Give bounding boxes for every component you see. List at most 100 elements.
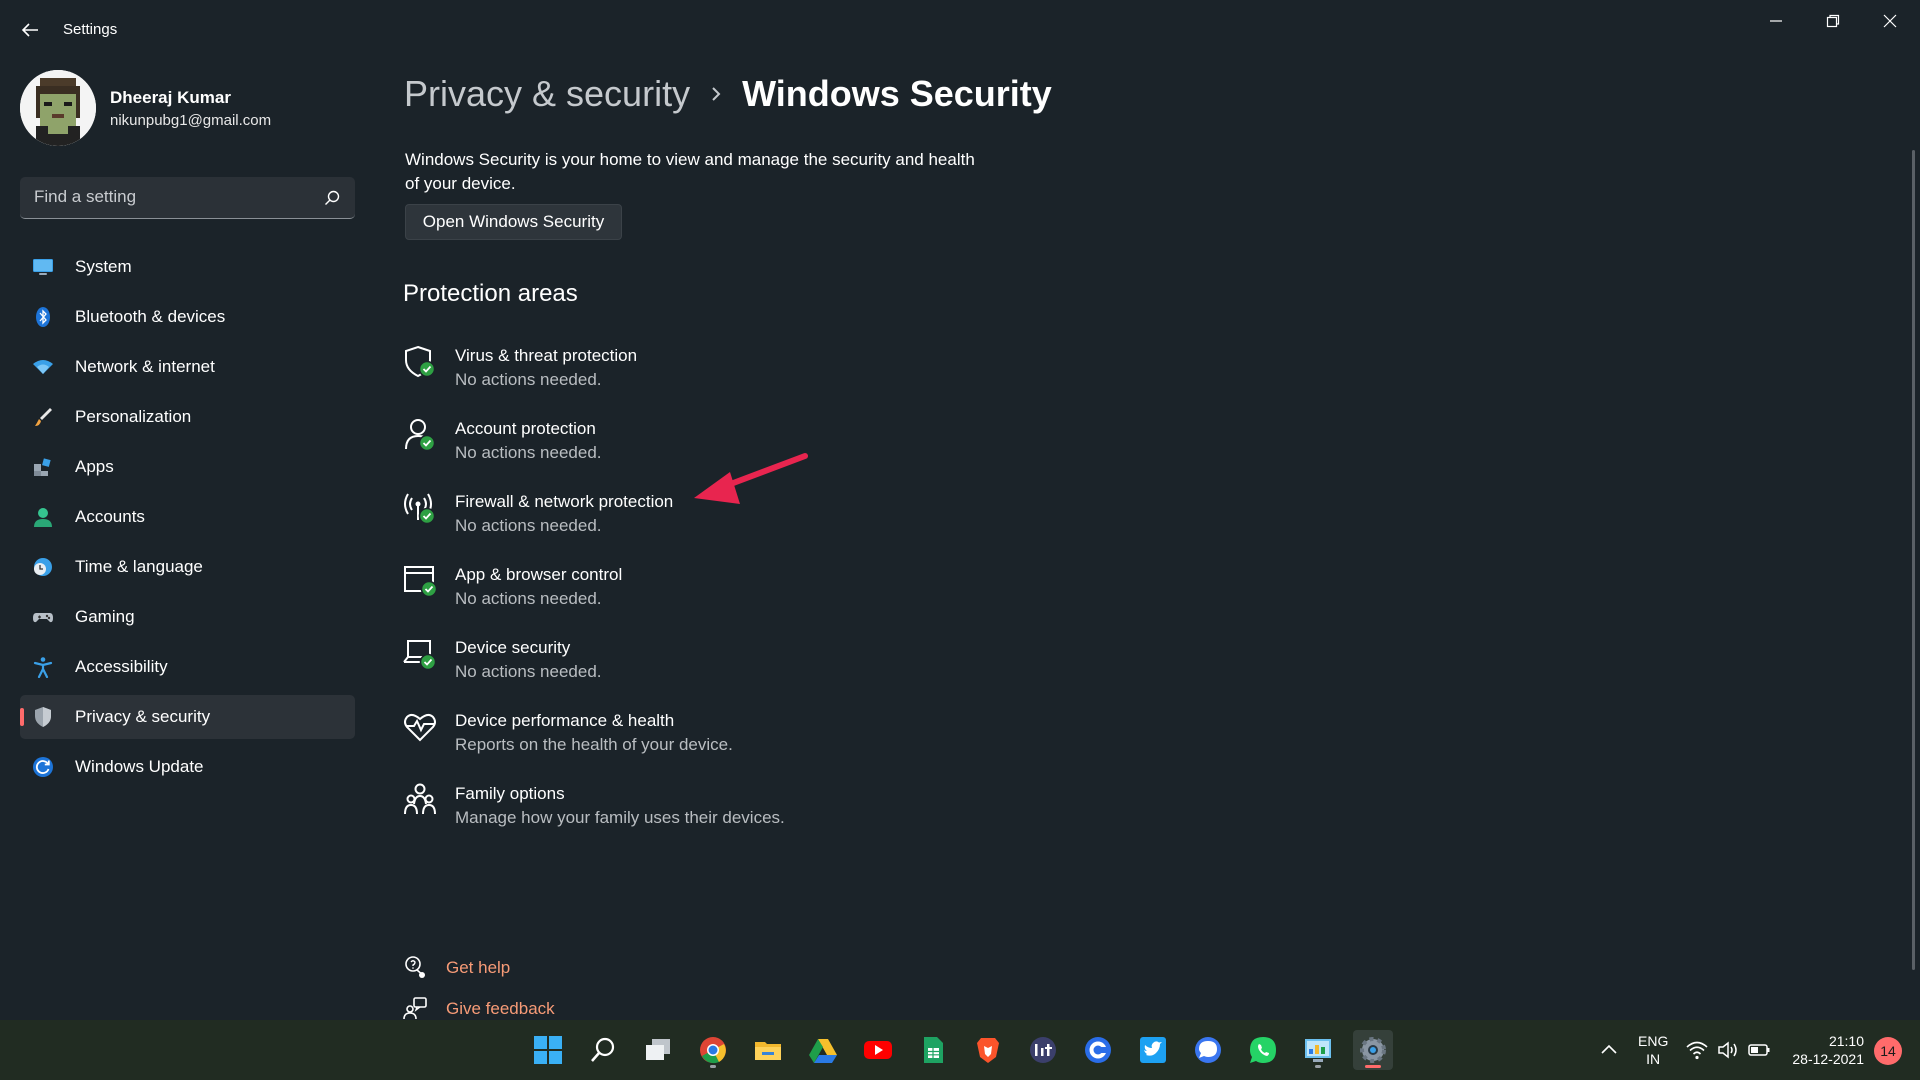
search-icon[interactable]: [323, 189, 341, 207]
avatar: [20, 70, 96, 146]
sidebar-item-network[interactable]: Network & internet: [20, 345, 355, 389]
sidebar-item-time-language[interactable]: Time & language: [20, 545, 355, 589]
sidebar-item-personalization[interactable]: Personalization: [20, 395, 355, 439]
taskbar-app-bit[interactable]: [1023, 1030, 1063, 1070]
shield-check-icon: [405, 345, 436, 378]
protection-area-title: Virus & threat protection: [455, 346, 638, 365]
taskbar-app-file-explorer[interactable]: [748, 1030, 788, 1070]
sidebar-item-label: Accessibility: [75, 657, 168, 676]
close-icon: [1883, 14, 1897, 28]
youtube-icon: [864, 1041, 892, 1059]
sidebar-item-label: Personalization: [75, 407, 192, 426]
clock[interactable]: 21:10 28-12-2021: [1788, 1032, 1864, 1068]
open-windows-security-button[interactable]: Open Windows Security: [405, 204, 622, 240]
person-icon: [34, 508, 52, 527]
sidebar-item-gaming[interactable]: Gaming: [20, 595, 355, 639]
minimize-button[interactable]: [1758, 10, 1794, 32]
sidebar-item-windows-update[interactable]: Windows Update: [20, 745, 355, 789]
taskbar-app-twitter[interactable]: [1133, 1030, 1173, 1070]
sidebar-item-privacy-security[interactable]: Privacy & security: [20, 695, 355, 739]
wifi-icon[interactable]: [1685, 1038, 1709, 1062]
windows-logo-icon: [534, 1036, 562, 1064]
breadcrumb-parent-link[interactable]: Privacy & security: [404, 73, 690, 115]
show-hidden-icons-chevron-up-icon[interactable]: [1597, 1038, 1621, 1062]
protection-area-title: Firewall & network protection: [455, 492, 674, 511]
protection-area-app-browser[interactable]: App & browser control No actions needed.: [403, 559, 863, 632]
taskbar-app-youtube[interactable]: [858, 1030, 898, 1070]
taskbar-app-google-drive[interactable]: [803, 1030, 843, 1070]
browser-check-icon: [404, 566, 438, 598]
help-chat-icon: [405, 956, 425, 978]
sidebar-item-accounts[interactable]: Accounts: [20, 495, 355, 539]
chevron-right-icon: [712, 87, 721, 101]
back-arrow-icon: [21, 23, 38, 37]
protection-area-virus-threat[interactable]: Virus & threat protection No actions nee…: [403, 340, 863, 413]
task-view-icon: [646, 1039, 670, 1060]
taskbar-app-whatsapp[interactable]: [1243, 1030, 1283, 1070]
speaker-volume-icon[interactable]: [1716, 1038, 1740, 1062]
protection-area-status: No actions needed.: [455, 589, 602, 608]
taskbar-app-google-sheets[interactable]: [913, 1030, 953, 1070]
scrollbar[interactable]: [1912, 150, 1915, 970]
taskbar-app-brave[interactable]: [968, 1030, 1008, 1070]
protection-area-device-security[interactable]: Device security No actions needed.: [403, 632, 863, 705]
user-profile[interactable]: Dheeraj Kumar nikunpubg1@gmail.com: [20, 70, 350, 146]
brave-lion-icon: [977, 1038, 999, 1063]
minimize-icon: [1770, 20, 1782, 22]
sidebar-item-label: Gaming: [75, 607, 135, 626]
protection-area-performance-health[interactable]: Device performance & health Reports on t…: [403, 705, 863, 778]
protection-area-status: Manage how your family uses their device…: [455, 808, 785, 827]
clock-time: 21:10: [1828, 1033, 1864, 1049]
protection-area-title: App & browser control: [455, 565, 623, 584]
taskbar: ENG IN 21:10 28-12-2021 14: [0, 1020, 1920, 1080]
protection-area-status: No actions needed.: [455, 370, 602, 389]
running-indicator: [710, 1065, 716, 1068]
sidebar-item-apps[interactable]: Apps: [20, 445, 355, 489]
taskbar-app-signal[interactable]: [1188, 1030, 1228, 1070]
taskbar-app-ccleaner[interactable]: [1078, 1030, 1118, 1070]
twitter-bird-icon: [1140, 1037, 1166, 1063]
ccleaner-icon: [1085, 1037, 1111, 1063]
search-input[interactable]: [20, 177, 310, 217]
taskbar-search-button[interactable]: [583, 1030, 623, 1070]
page-title: Windows Security: [742, 73, 1052, 114]
language-code: ENG: [1638, 1033, 1669, 1049]
search-box: [20, 177, 355, 219]
restore-icon: [1826, 14, 1840, 28]
protection-area-status: No actions needed.: [455, 443, 602, 462]
protection-area-title: Family options: [455, 784, 565, 803]
task-view-button[interactable]: [638, 1030, 678, 1070]
taskbar-app-chrome[interactable]: [693, 1030, 733, 1070]
account-check-icon: [405, 419, 436, 452]
clock-date: 28-12-2021: [1792, 1051, 1864, 1067]
give-feedback-link[interactable]: Give feedback: [403, 994, 563, 1022]
apps-icon: [34, 458, 51, 476]
sidebar-item-label: Windows Update: [75, 757, 204, 776]
protection-area-status: No actions needed.: [455, 516, 602, 535]
get-help-link[interactable]: Get help: [403, 953, 543, 981]
taskbar-app-settings[interactable]: [1353, 1030, 1393, 1070]
sidebar-item-system[interactable]: System: [20, 245, 355, 289]
protection-area-status: Reports on the health of your device.: [455, 735, 733, 754]
shield-icon: [35, 707, 51, 727]
protection-area-family-options[interactable]: Family options Manage how your family us…: [403, 778, 863, 851]
restore-button[interactable]: [1815, 10, 1851, 32]
taskbar-app-control-panel[interactable]: [1298, 1030, 1338, 1070]
battery-icon[interactable]: [1747, 1038, 1771, 1062]
sidebar-item-label: Bluetooth & devices: [75, 307, 226, 326]
annotation-arrow-icon: [694, 453, 808, 504]
notification-count-badge[interactable]: 14: [1874, 1037, 1902, 1065]
close-button[interactable]: [1872, 10, 1908, 32]
sidebar-item-bluetooth[interactable]: Bluetooth & devices: [20, 295, 355, 339]
sidebar-item-accessibility[interactable]: Accessibility: [20, 645, 355, 689]
chrome-icon: [700, 1037, 726, 1064]
whatsapp-icon: [1250, 1037, 1276, 1063]
signal-chat-icon: [1195, 1037, 1221, 1063]
input-language-indicator[interactable]: ENG IN: [1638, 1032, 1668, 1068]
feedback-icon: [403, 997, 427, 1020]
start-button[interactable]: [528, 1030, 568, 1070]
back-button[interactable]: [18, 16, 42, 44]
breadcrumb: Privacy & security Windows Security: [404, 72, 1052, 116]
folder-icon: [755, 1042, 781, 1060]
page-description: Windows Security is your home to view an…: [405, 150, 975, 193]
